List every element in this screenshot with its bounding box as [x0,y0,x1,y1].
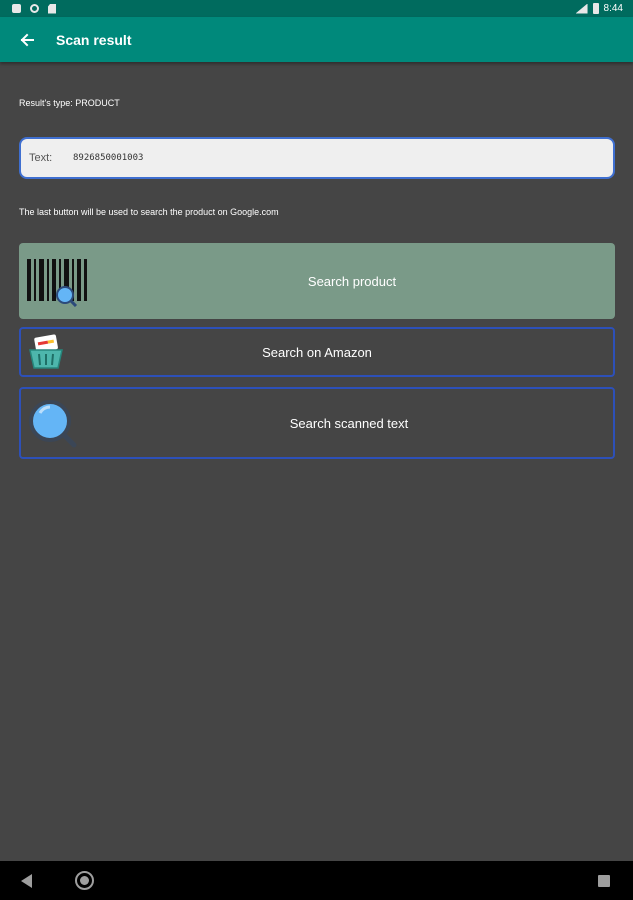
search-product-button[interactable]: Search product [19,243,615,319]
app-bar: Scan result [0,17,633,62]
file-icon [48,3,56,14]
search-product-label: Search product [307,273,397,289]
hint-text: The last button will be used to search t… [19,207,279,217]
system-nav-bar [0,861,633,900]
text-field-value[interactable]: 8926850001003 [73,153,143,163]
scanned-text-field[interactable]: Text: 8926850001003 [19,137,615,179]
back-button[interactable] [4,17,50,62]
signal-icon [575,3,588,14]
notification-square-icon [12,4,21,13]
barcode-search-icon [27,259,87,307]
status-right-icons: 8:44 [575,3,623,14]
search-scanned-text-button[interactable]: Search scanned text [19,387,615,459]
status-bar: 8:44 [0,0,633,17]
nav-back-icon[interactable] [21,874,32,888]
page-title: Scan result [56,31,132,48]
arrow-left-icon [20,33,34,46]
sync-circle-icon [30,4,39,13]
shopping-basket-icon [29,334,63,369]
magnifier-icon [29,400,77,448]
search-scanned-text-label: Search scanned text [289,415,409,431]
status-time: 8:44 [603,3,623,14]
nav-recent-icon[interactable] [598,875,610,887]
nav-home-dot [80,876,89,885]
search-amazon-label: Search on Amazon [262,344,372,360]
status-left-icons [12,3,56,14]
search-amazon-button[interactable]: Search on Amazon [19,327,615,377]
nav-home-icon[interactable] [75,871,94,890]
result-type-label: Result's type: PRODUCT [19,98,120,108]
text-field-label: Text: [29,152,53,164]
battery-icon [592,3,599,14]
